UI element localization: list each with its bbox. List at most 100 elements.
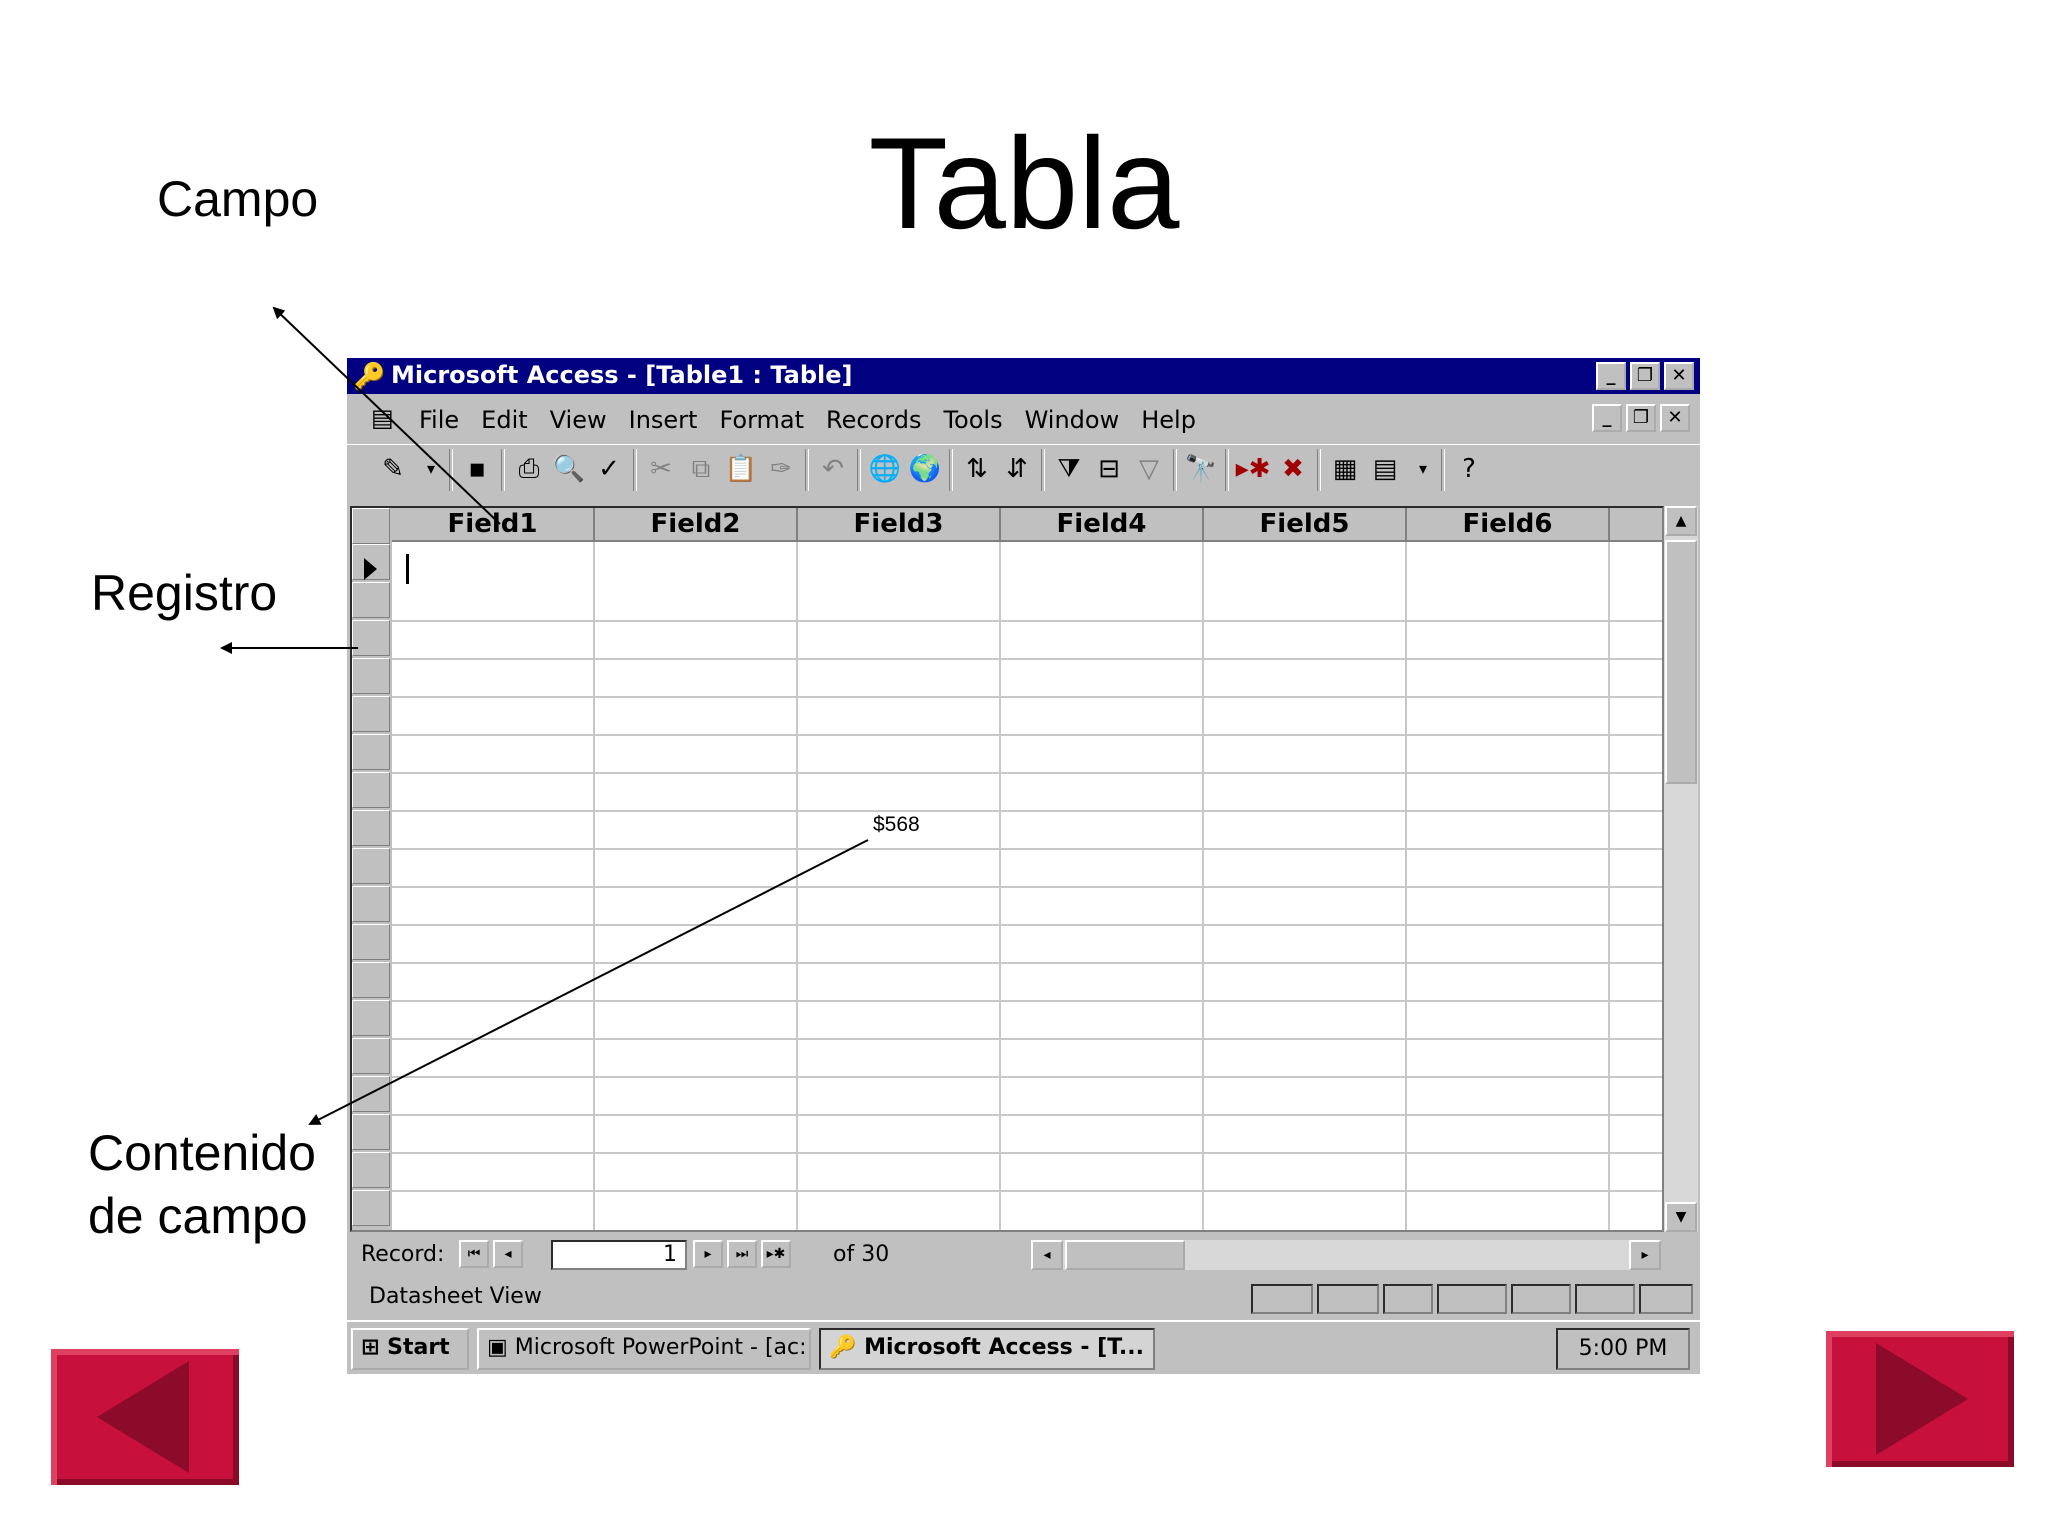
column-header-field2[interactable]: Field2	[595, 508, 798, 542]
record-selector[interactable]	[352, 1038, 390, 1074]
column-header-field4[interactable]: Field4	[1001, 508, 1204, 542]
previous-record-icon[interactable]: ◂	[493, 1240, 523, 1268]
record-navigation-bar: Record: ⏮ ◂ 1 ▸ ⏭ ▸✱ of 30 ◂ ▸	[347, 1234, 1700, 1274]
menu-format[interactable]: Format	[719, 406, 804, 434]
close-button[interactable]: ✕	[1664, 362, 1694, 390]
windows-logo-icon: ⊞	[361, 1335, 380, 1360]
menu-edit[interactable]: Edit	[481, 406, 527, 434]
menu-records[interactable]: Records	[826, 406, 921, 434]
start-button[interactable]: ⊞ Start	[351, 1328, 469, 1370]
taskbar-powerpoint[interactable]: ▣ Microsoft PowerPoint - [ac:	[477, 1328, 811, 1370]
help-icon[interactable]: ?	[1451, 451, 1487, 487]
save-icon[interactable]: ▪	[459, 451, 495, 487]
label-contenido-line2: de campo	[88, 1187, 308, 1244]
minimize-button[interactable]: _	[1596, 362, 1626, 390]
record-count: of 30	[833, 1242, 890, 1267]
doc-minimize-button[interactable]: _	[1592, 404, 1622, 432]
next-slide-button[interactable]	[1826, 1331, 2014, 1467]
copy-icon[interactable]: ⧉	[683, 451, 719, 487]
window-controls: _ ❐ ✕	[1596, 362, 1694, 390]
record-selector[interactable]	[352, 582, 390, 618]
vertical-scrollbar[interactable]: ▲ ▼	[1664, 506, 1698, 1232]
label-registro: Registro	[91, 565, 278, 621]
taskbar-powerpoint-label: Microsoft PowerPoint - [ac:	[514, 1335, 807, 1360]
view-icon[interactable]: ✎	[375, 451, 411, 487]
print-preview-icon[interactable]: 🔍	[551, 451, 587, 487]
record-selector[interactable]	[352, 886, 390, 922]
sort-descending-icon[interactable]: ⇵	[999, 451, 1035, 487]
undo-icon[interactable]: ↶	[815, 451, 851, 487]
column-header-field6[interactable]: Field6	[1407, 508, 1610, 542]
record-selector[interactable]	[352, 658, 390, 694]
column-header-field5[interactable]: Field5	[1204, 508, 1407, 542]
paste-icon[interactable]: 📋	[723, 451, 759, 487]
menu-view[interactable]: View	[550, 406, 607, 434]
doc-close-button[interactable]: ✕	[1660, 404, 1690, 432]
record-selector[interactable]	[352, 1190, 390, 1226]
database-window-icon[interactable]: ▤	[1367, 451, 1403, 487]
view-dropdown-icon[interactable]: ▾	[413, 451, 449, 487]
next-record-icon[interactable]: ▸	[693, 1240, 723, 1268]
new-record-icon[interactable]: ▸✱	[1235, 451, 1271, 487]
record-selector[interactable]	[352, 1000, 390, 1036]
scroll-right-icon[interactable]: ▸	[1629, 1240, 1661, 1270]
record-selector[interactable]	[352, 696, 390, 732]
menu-file[interactable]: File	[419, 406, 459, 434]
record-selector[interactable]	[352, 772, 390, 808]
find-icon[interactable]: 🔭	[1183, 451, 1219, 487]
column-header-field3[interactable]: Field3	[798, 508, 1001, 542]
menu-window[interactable]: Window	[1025, 406, 1120, 434]
first-record-icon[interactable]: ⏮	[459, 1240, 489, 1268]
web-toolbar-icon[interactable]: 🌍	[907, 451, 943, 487]
menu-help[interactable]: Help	[1141, 406, 1196, 434]
record-selector[interactable]	[352, 962, 390, 998]
format-painter-icon[interactable]: ✑	[763, 451, 799, 487]
windows-taskbar: ⊞ Start ▣ Microsoft PowerPoint - [ac: 🔑 …	[347, 1320, 1700, 1374]
record-selector[interactable]	[352, 924, 390, 960]
new-record-nav-icon[interactable]: ▸✱	[761, 1240, 791, 1268]
print-icon[interactable]: ⎙	[511, 451, 547, 487]
record-selector[interactable]	[352, 734, 390, 770]
record-selector[interactable]	[352, 1152, 390, 1188]
select-all-corner[interactable]	[352, 508, 390, 544]
right-triangle-icon	[1876, 1343, 1968, 1455]
filter-by-form-icon[interactable]: ⊟	[1091, 451, 1127, 487]
menu-bar: ▤ File Edit View Insert Format Records T…	[347, 398, 1700, 440]
record-selector[interactable]	[352, 1076, 390, 1112]
text-cursor	[406, 554, 409, 584]
scroll-left-icon[interactable]: ◂	[1031, 1240, 1063, 1270]
doc-restore-button[interactable]: ❐	[1626, 404, 1656, 432]
properties-icon[interactable]: ▦	[1327, 451, 1363, 487]
record-selector[interactable]	[352, 1114, 390, 1150]
record-number-input[interactable]: 1	[551, 1240, 687, 1270]
horizontal-scroll-thumb[interactable]	[1065, 1240, 1185, 1270]
vertical-scroll-thumb[interactable]	[1665, 540, 1697, 784]
label-contenido-line1: Contenido	[88, 1125, 316, 1181]
previous-slide-button[interactable]	[51, 1349, 239, 1485]
window-title: Microsoft Access - [Table1 : Table]	[391, 361, 853, 389]
hyperlink-icon[interactable]: 🌐	[867, 451, 903, 487]
record-selector[interactable]	[352, 810, 390, 846]
scroll-down-icon[interactable]: ▼	[1665, 1202, 1697, 1232]
filter-by-selection-icon[interactable]: ⧩	[1051, 451, 1087, 487]
taskbar-clock: 5:00 PM	[1556, 1328, 1690, 1370]
menu-insert[interactable]: Insert	[629, 406, 698, 434]
start-label: Start	[387, 1335, 450, 1360]
delete-record-icon[interactable]: ✖	[1275, 451, 1311, 487]
spelling-icon[interactable]: ✓	[591, 451, 627, 487]
horizontal-scrollbar[interactable]: ◂ ▸	[1031, 1240, 1661, 1270]
record-selector[interactable]	[352, 848, 390, 884]
new-object-dropdown-icon[interactable]: ▾	[1405, 451, 1441, 487]
menu-items: File Edit View Insert Format Records Too…	[419, 406, 1196, 434]
cut-icon[interactable]: ✂	[643, 451, 679, 487]
column-header-field1[interactable]: Field1	[392, 508, 595, 542]
last-record-icon[interactable]: ⏭	[727, 1240, 757, 1268]
scroll-up-icon[interactable]: ▲	[1665, 506, 1697, 536]
apply-filter-icon[interactable]: ▽	[1131, 451, 1167, 487]
sort-ascending-icon[interactable]: ⇅	[959, 451, 995, 487]
menu-tools[interactable]: Tools	[943, 406, 1002, 434]
record-selector[interactable]	[352, 620, 390, 656]
restore-button[interactable]: ❐	[1630, 362, 1660, 390]
taskbar-access[interactable]: 🔑 Microsoft Access - [T...	[819, 1328, 1155, 1370]
datasheet-grid: Field1 Field2 Field3 Field4 Field5 Field…	[350, 506, 1664, 1232]
